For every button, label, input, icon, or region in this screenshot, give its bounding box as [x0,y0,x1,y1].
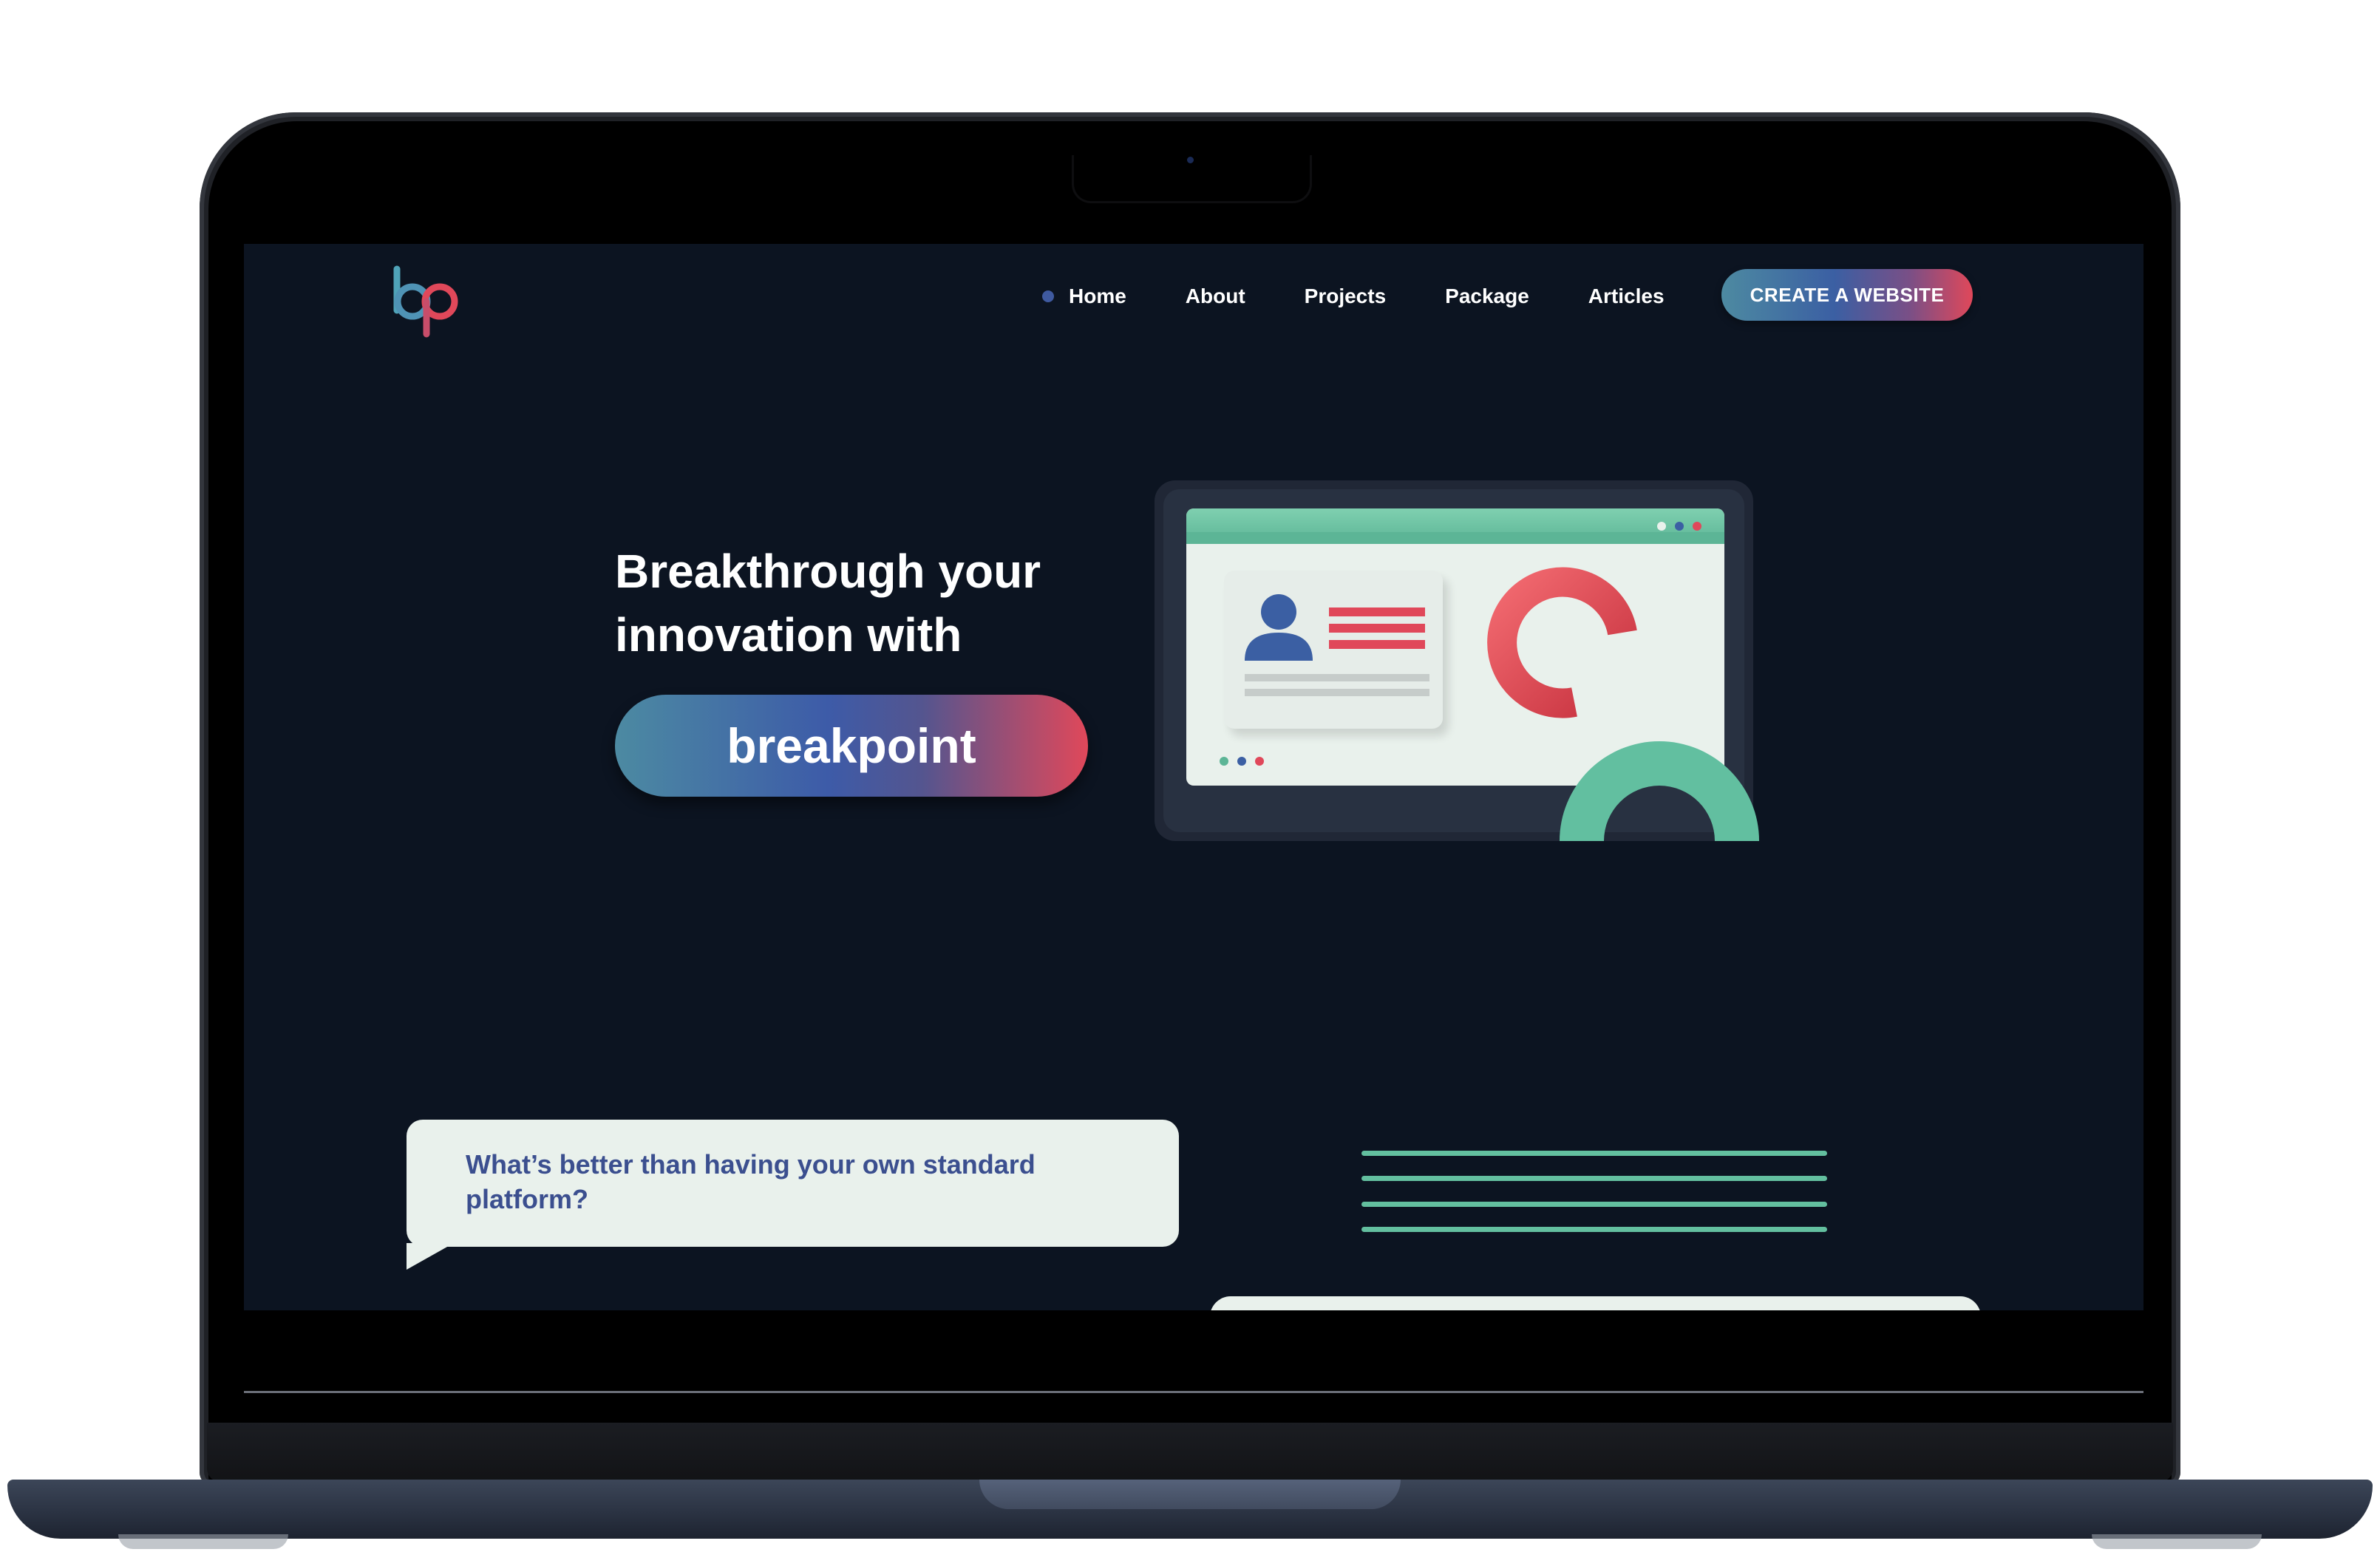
nav-item-about[interactable]: About [1186,285,1245,308]
screen-edge [244,1391,2143,1393]
nav-item-label: Home [1069,285,1126,307]
deco-line [1361,1202,1827,1207]
nav-item-home[interactable]: Home [1042,285,1126,308]
laptop-foot-right [2092,1534,2262,1549]
deco-line [1361,1151,1827,1156]
speech-bubble-tail [407,1243,454,1270]
dashboard-illustration [1153,480,1774,865]
camera-icon [1187,157,1194,163]
nav-item-label: Projects [1304,285,1387,307]
laptop-foot-left [118,1534,288,1549]
nav-item-projects[interactable]: Projects [1305,285,1387,308]
nav-item-label: Articles [1588,285,1665,307]
bubble-question: What’s better than having your own stand… [466,1149,1036,1214]
active-dot-icon [1042,290,1054,302]
nav-item-package[interactable]: Package [1445,285,1529,308]
hero-title: Breakthrough your innovation with [615,540,1132,667]
nav-item-label: Package [1445,285,1529,307]
hero-title-line2: innovation with [615,608,962,661]
nav-item-label: About [1185,285,1245,307]
browser-viewport[interactable]: Home About Projects Package Articles CRE… [244,244,2143,1310]
bp-logo-icon[interactable] [388,259,469,340]
content-card [1210,1296,1981,1310]
decorative-lines [1361,1151,1827,1239]
create-website-button[interactable]: CREATE A WEBSITE [1721,269,1973,321]
brand-pill: breakpoint [615,695,1088,797]
nav-item-articles[interactable]: Articles [1588,285,1665,308]
laptop-opening-notch [979,1480,1401,1509]
hero-title-line1: Breakthrough your [615,545,1041,598]
main-nav: Home About Projects Package Articles [1042,266,1724,327]
laptop-hinge [207,1423,2173,1482]
deco-line [1361,1227,1827,1232]
deco-line [1361,1176,1827,1181]
site-header: Home About Projects Package Articles CRE… [244,244,2143,344]
